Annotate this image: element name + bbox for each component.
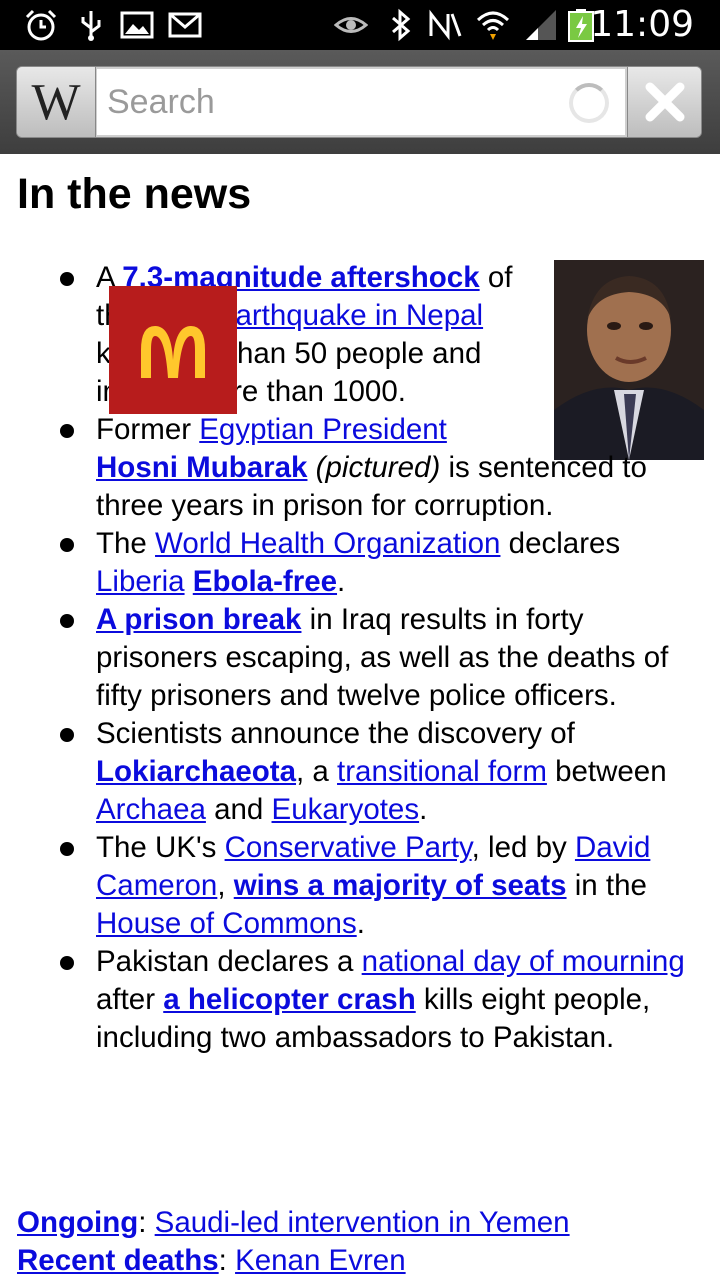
recent-deaths-link[interactable]: Recent deaths	[17, 1244, 219, 1277]
news-text: Former	[96, 413, 200, 446]
bluetooth-icon	[392, 8, 411, 42]
news-link[interactable]: Ebola-free	[193, 565, 337, 598]
news-link[interactable]: Archaea	[96, 793, 206, 826]
wikipedia-logo-icon: W	[31, 73, 81, 131]
signal-icon	[526, 10, 556, 40]
news-link[interactable]: Conservative Party	[225, 831, 472, 864]
news-link[interactable]: World Health Organization	[155, 527, 500, 560]
news-item: The UK's Conservative Party, led by Davi…	[60, 829, 696, 943]
news-text: Scientists announce the discovery of	[96, 717, 575, 750]
mcdonalds-ad[interactable]	[109, 286, 237, 414]
close-button[interactable]	[627, 67, 701, 137]
close-icon	[645, 82, 685, 122]
gallery-icon	[120, 11, 154, 39]
nfc-icon	[429, 9, 462, 41]
recent-death-person-link[interactable]: Kenan Evren	[235, 1244, 406, 1277]
news-link[interactable]: Liberia	[96, 565, 185, 598]
alarm-clock-icon	[25, 9, 57, 41]
news-text: ,	[217, 869, 234, 902]
news-link[interactable]: Lokiarchaeota	[96, 755, 296, 788]
news-text: Pakistan declares a	[96, 945, 362, 978]
news-text: , led by	[471, 831, 575, 864]
article-content: In the news A 7.3-magnitude aftershock o…	[0, 154, 720, 1280]
news-text: .	[356, 907, 365, 940]
news-link[interactable]: national day of mourning	[362, 945, 685, 978]
news-link[interactable]: Eukaryotes	[272, 793, 420, 826]
wifi-icon	[476, 11, 510, 40]
news-text: in the	[566, 869, 647, 902]
news-text: and	[205, 793, 272, 826]
ongoing-topic-link[interactable]: Saudi-led intervention in Yemen	[155, 1206, 570, 1239]
news-text: after	[96, 983, 164, 1016]
news-text: between	[546, 755, 667, 788]
news-link[interactable]: House of Commons	[96, 907, 357, 940]
news-link[interactable]: a helicopter crash	[163, 983, 416, 1016]
search-bar: W	[16, 66, 702, 138]
loading-spinner-icon	[569, 83, 609, 123]
news-item: Pakistan declares a national day of mour…	[60, 943, 696, 1057]
footer-links: Ongoing: Saudi-led intervention in Yemen…	[17, 1204, 707, 1280]
news-item: Former Egyptian President Hosni Mubarak …	[60, 411, 696, 525]
news-text: .	[419, 793, 428, 826]
news-text: .	[337, 565, 346, 598]
news-text: The UK's	[96, 831, 225, 864]
news-link[interactable]: transitional form	[337, 755, 547, 788]
mcdonalds-logo-icon	[141, 326, 205, 378]
recent-deaths-line: Recent deaths: Kenan Evren	[17, 1244, 406, 1277]
search-header: W	[0, 50, 720, 154]
news-link[interactable]: Egyptian President	[199, 413, 447, 446]
usb-icon	[81, 11, 101, 41]
clock: 11:09	[590, 4, 694, 45]
news-item: The World Health Organization declares L…	[60, 525, 696, 601]
news-item: A prison break in Iraq results in forty …	[60, 601, 696, 715]
search-input[interactable]	[97, 69, 625, 135]
eye-icon	[334, 17, 368, 33]
ongoing-link[interactable]: Ongoing	[17, 1206, 138, 1239]
news-link[interactable]: Hosni Mubarak	[96, 451, 307, 484]
news-item: Scientists announce the discovery of Lok…	[60, 715, 696, 829]
wikipedia-logo-button[interactable]: W	[17, 67, 96, 137]
news-text: declares	[500, 527, 621, 560]
news-link[interactable]: A prison break	[96, 603, 301, 636]
news-text	[307, 451, 315, 484]
news-link[interactable]: earthquake in Nepal	[219, 299, 483, 332]
float-spacer	[536, 411, 696, 449]
news-text	[185, 565, 193, 598]
section-title: In the news	[17, 170, 252, 218]
ongoing-line: Ongoing: Saudi-led intervention in Yemen	[17, 1206, 570, 1239]
pictured-note: (pictured)	[315, 451, 441, 484]
news-link[interactable]: wins a majority of seats	[234, 869, 567, 902]
status-bar: 11:09	[0, 0, 720, 50]
gmail-icon	[168, 12, 202, 38]
news-text: , a	[296, 755, 338, 788]
news-text: The	[96, 527, 156, 560]
